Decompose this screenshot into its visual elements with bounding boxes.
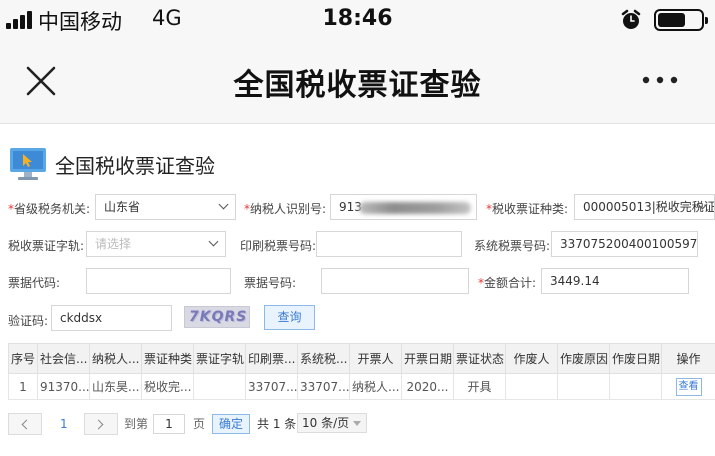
bill-code-input[interactable] xyxy=(86,268,231,294)
table-header: 作废日期 xyxy=(609,343,662,374)
next-page-button[interactable] xyxy=(84,413,118,435)
page-number[interactable]: 1 xyxy=(60,413,68,435)
monitor-icon xyxy=(10,148,46,180)
status-bar: 中国移动 4G 18:46 xyxy=(0,0,715,40)
chevron-left-icon xyxy=(21,419,32,430)
battery-icon xyxy=(654,9,708,31)
amount-label: *金额合计: xyxy=(478,276,537,290)
table-header: 开票日期 xyxy=(401,343,454,374)
chevron-down-icon xyxy=(218,199,229,210)
taxpayer-id-label: *纳税人识别号: xyxy=(244,202,327,216)
table-header: 作废人 xyxy=(505,343,558,374)
table-header: 纳税人... xyxy=(89,343,142,374)
view-button[interactable]: 查看 xyxy=(675,377,702,396)
bill-code-label: 票据代码: xyxy=(8,276,61,290)
alarm-icon xyxy=(621,9,641,29)
goto-suffix: 页 xyxy=(193,417,206,431)
table-header: 序号 xyxy=(8,343,38,374)
system-no-input[interactable]: 337075200400100597 xyxy=(551,231,698,257)
printed-no-label: 印刷税票号码: xyxy=(240,239,317,253)
table-row: 1 91370... 山东昊... 税收完... 33707... 33707.… xyxy=(8,373,715,400)
voucher-track-label: 税收票证字轨: xyxy=(8,239,85,253)
nav-title: 全国税收票证查验 xyxy=(233,68,482,103)
table-cell: 1 xyxy=(8,373,38,400)
table-header: 票证字轨 xyxy=(193,343,246,374)
caret-down-icon xyxy=(353,421,361,426)
clock: 18:46 xyxy=(322,6,393,31)
table-cell xyxy=(557,373,610,400)
table-header: 社会信... xyxy=(37,343,90,374)
table-cell xyxy=(193,373,246,400)
bill-no-label: 票据号码: xyxy=(244,276,297,290)
table-header: 系统税... xyxy=(297,343,350,374)
table-cell: 33707... xyxy=(245,373,298,400)
table-header: 开票人 xyxy=(349,343,402,374)
table-cell: 开具 xyxy=(453,373,506,400)
bill-no-input[interactable] xyxy=(321,268,469,294)
goto-confirm-button[interactable]: 确定 xyxy=(212,414,250,434)
table-cell: 查看 xyxy=(661,373,715,400)
main-content: 全国税收票证查验 *省级税务机关: 山东省 *纳税人识别号: 913 *税收票证… xyxy=(0,124,715,456)
table-header: 作废原因 xyxy=(557,343,610,374)
system-no-label: 系统税票号码: xyxy=(474,239,551,253)
province-label: *省级税务机关: xyxy=(8,202,91,216)
chevron-right-icon xyxy=(93,419,104,430)
amount-input[interactable]: 3449.14 xyxy=(541,268,689,294)
redaction-blur xyxy=(359,202,471,214)
table-cell: 纳税人... xyxy=(349,373,402,400)
captcha-label: 验证码: xyxy=(8,314,49,328)
nav-bar: 全国税收票证查验 xyxy=(0,40,715,124)
table-cell xyxy=(505,373,558,400)
table-header: 印刷票... xyxy=(245,343,298,374)
more-icon[interactable] xyxy=(640,70,680,90)
page-size-select[interactable]: 10 条/页 xyxy=(297,413,367,433)
captcha-image[interactable]: 7KQRS xyxy=(184,306,250,328)
table-header: 票证种类 xyxy=(141,343,194,374)
query-button[interactable]: 查询 xyxy=(264,305,315,330)
table-cell: 91370... xyxy=(37,373,90,400)
total-count: 共 1 条 xyxy=(257,417,297,431)
table-header: 票证状态 xyxy=(453,343,506,374)
table-header-row: 序号 社会信... 纳税人... 票证种类 票证字轨 印刷票... 系统税...… xyxy=(8,343,715,374)
voucher-type-select[interactable]: 000005013|税收完税证 xyxy=(574,194,715,220)
goto-page-input[interactable]: 1 xyxy=(153,414,185,434)
prev-page-button[interactable] xyxy=(8,413,42,435)
province-select[interactable]: 山东省 xyxy=(95,194,236,220)
result-table: 序号 社会信... 纳税人... 票证种类 票证字轨 印刷票... 系统税...… xyxy=(8,343,715,400)
table-cell: 2020... xyxy=(401,373,454,400)
table-cell: 税收完... xyxy=(141,373,194,400)
table-header: 操作 xyxy=(661,343,715,374)
table-cell: 33707... xyxy=(297,373,350,400)
goto-prefix: 到第 xyxy=(124,417,149,431)
voucher-track-select[interactable]: 请选择 xyxy=(86,231,226,257)
captcha-input[interactable]: ckddsx xyxy=(51,305,172,331)
voucher-type-label: *税收票证种类: xyxy=(486,202,569,216)
table-cell xyxy=(609,373,662,400)
table-cell: 山东昊... xyxy=(89,373,142,400)
page-title: 全国税收票证查验 xyxy=(55,154,215,178)
chevron-down-icon xyxy=(208,236,219,247)
taxpayer-id-input[interactable]: 913 xyxy=(330,194,477,220)
printed-no-input[interactable] xyxy=(316,231,462,257)
